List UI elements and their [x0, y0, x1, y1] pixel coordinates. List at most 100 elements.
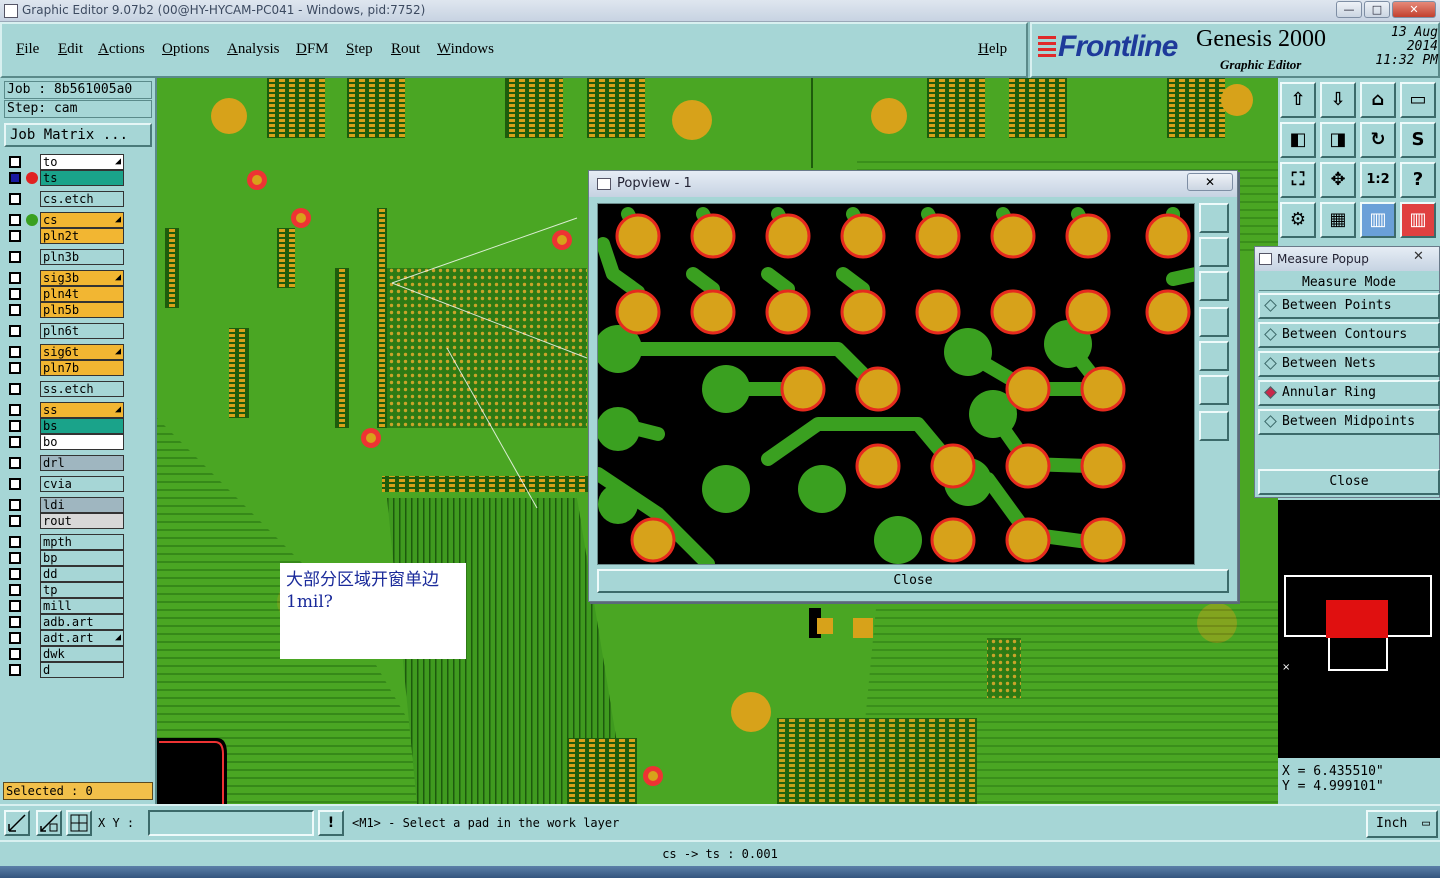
- layer-row-mill[interactable]: mill: [5, 598, 127, 614]
- maximize-button[interactable]: □: [1364, 1, 1390, 18]
- layer-row-bs[interactable]: bs: [5, 418, 127, 434]
- snap-icon[interactable]: [4, 810, 30, 836]
- menu-actions[interactable]: Actions: [98, 41, 145, 58]
- pad[interactable]: [765, 213, 811, 259]
- layer-checkbox[interactable]: [9, 420, 21, 432]
- layer-name[interactable]: bp: [40, 550, 124, 566]
- layer-row-d[interactable]: d: [5, 662, 127, 678]
- snap-s-icon[interactable]: S: [1400, 122, 1436, 158]
- pad[interactable]: [855, 366, 901, 412]
- zoom-fit-icon[interactable]: ⛶: [1280, 162, 1316, 198]
- layer-name[interactable]: ss ◢: [40, 402, 124, 418]
- layer-name[interactable]: ldi: [40, 497, 124, 513]
- layer-name[interactable]: drl: [40, 455, 124, 471]
- layer-name[interactable]: pln7b: [40, 360, 124, 376]
- layer-name[interactable]: ts: [40, 170, 124, 186]
- layer-name[interactable]: sig3b ◢: [40, 270, 124, 286]
- menu-rout[interactable]: Rout: [391, 41, 420, 58]
- layer-checkbox[interactable]: [9, 325, 21, 337]
- layer-row-ss-etch[interactable]: ss.etch: [5, 381, 127, 397]
- pad[interactable]: [990, 213, 1036, 259]
- layer-row-cs[interactable]: cs ◢: [5, 212, 127, 228]
- pad[interactable]: [1005, 366, 1051, 412]
- overview-minimap[interactable]: ×: [1278, 500, 1440, 758]
- grid-icon[interactable]: ▦: [1320, 202, 1356, 238]
- layer-checkbox[interactable]: [9, 383, 21, 395]
- grid-icon[interactable]: [66, 810, 92, 836]
- layer-checkbox[interactable]: [9, 648, 21, 660]
- layer-row-ldi[interactable]: ldi: [5, 497, 127, 513]
- layer-checkbox[interactable]: [9, 304, 21, 316]
- layer-name[interactable]: sig6t ◢: [40, 344, 124, 360]
- popview-canvas[interactable]: [597, 203, 1195, 565]
- layer-name[interactable]: dwk: [40, 646, 124, 662]
- home-icon[interactable]: ⇧: [1280, 82, 1316, 118]
- job-matrix-button[interactable]: Job Matrix ...: [4, 123, 152, 147]
- layer-row-ts[interactable]: ts: [5, 170, 127, 186]
- layer-checkbox[interactable]: [9, 288, 21, 300]
- pad[interactable]: [840, 289, 886, 335]
- pad[interactable]: [780, 366, 826, 412]
- layer-name[interactable]: cs.etch: [40, 191, 124, 207]
- layer-row-tp[interactable]: tp: [5, 582, 127, 598]
- pad[interactable]: [1065, 213, 1111, 259]
- measure-close-button[interactable]: Close: [1258, 469, 1440, 495]
- layer-name[interactable]: tp: [40, 582, 124, 598]
- view-window-marker[interactable]: [1326, 600, 1388, 638]
- measure-option-between-nets[interactable]: Between Nets: [1258, 351, 1440, 377]
- layer-checkbox[interactable]: [9, 457, 21, 469]
- layer-row-pln6t[interactable]: pln6t: [5, 323, 127, 339]
- layer-name[interactable]: mpth: [40, 534, 124, 550]
- zoom-home-icon[interactable]: ⌂: [1360, 82, 1396, 118]
- layer-checkbox[interactable]: [9, 214, 21, 226]
- layer-name[interactable]: pln5b: [40, 302, 124, 318]
- measure-option-between-points[interactable]: Between Points: [1258, 293, 1440, 319]
- layer-row-adt-art[interactable]: adt.art ◢: [5, 630, 127, 646]
- layer-row-pln5b[interactable]: pln5b: [5, 302, 127, 318]
- popview-zoom-in-icon[interactable]: [1199, 375, 1229, 405]
- layer-name[interactable]: adb.art: [40, 614, 124, 630]
- layer-checkbox[interactable]: [9, 515, 21, 527]
- layer-row-dwk[interactable]: dwk: [5, 646, 127, 662]
- layer-checkbox[interactable]: [9, 251, 21, 263]
- layer-name[interactable]: pln6t: [40, 323, 124, 339]
- layer-checkbox[interactable]: [9, 478, 21, 490]
- zoom-center-icon[interactable]: ✥: [1320, 162, 1356, 198]
- pan-down-icon[interactable]: ⇩: [1320, 82, 1356, 118]
- ratio-1-2-icon[interactable]: 1:2: [1360, 162, 1396, 198]
- pad[interactable]: [690, 289, 736, 335]
- layer-row-sig3b[interactable]: sig3b ◢: [5, 270, 127, 286]
- layer-name[interactable]: mill: [40, 598, 124, 614]
- layer-name[interactable]: pln3b: [40, 249, 124, 265]
- layer-row-bp[interactable]: bp: [5, 550, 127, 566]
- pad[interactable]: [930, 517, 976, 563]
- layer-row-cvia[interactable]: cvia: [5, 476, 127, 492]
- layer-row-dd[interactable]: dd: [5, 566, 127, 582]
- layer-checkbox[interactable]: [9, 172, 21, 184]
- layer-checkbox[interactable]: [9, 632, 21, 644]
- layer-checkbox[interactable]: [9, 436, 21, 448]
- layer-row-ss[interactable]: ss ◢: [5, 402, 127, 418]
- pad[interactable]: [1080, 443, 1126, 489]
- layer-checkbox[interactable]: [9, 536, 21, 548]
- step-icon[interactable]: ↻: [1360, 122, 1396, 158]
- layer-name[interactable]: cs ◢: [40, 212, 124, 228]
- layer-checkbox[interactable]: [9, 499, 21, 511]
- layer-name[interactable]: bs: [40, 418, 124, 434]
- layer-checkbox[interactable]: [9, 272, 21, 284]
- close-window-button[interactable]: ✕: [1392, 1, 1436, 18]
- layer-name[interactable]: to ◢: [40, 154, 124, 170]
- popview-pan-right-icon[interactable]: [1199, 341, 1229, 371]
- minimize-button[interactable]: —: [1336, 1, 1362, 18]
- menu-windows[interactable]: Windows: [437, 41, 494, 58]
- pad[interactable]: [1005, 443, 1051, 489]
- pad[interactable]: [840, 213, 886, 259]
- pad[interactable]: [765, 289, 811, 335]
- layer-row-bo[interactable]: bo: [5, 434, 127, 450]
- layer-name[interactable]: pln2t: [40, 228, 124, 244]
- popview-zoom-out-icon[interactable]: [1199, 411, 1229, 441]
- layer-row-pln2t[interactable]: pln2t: [5, 228, 127, 244]
- measure-option-annular-ring[interactable]: Annular Ring: [1258, 380, 1440, 406]
- pan-left-icon[interactable]: ◧: [1280, 122, 1316, 158]
- layer-checkbox[interactable]: [9, 404, 21, 416]
